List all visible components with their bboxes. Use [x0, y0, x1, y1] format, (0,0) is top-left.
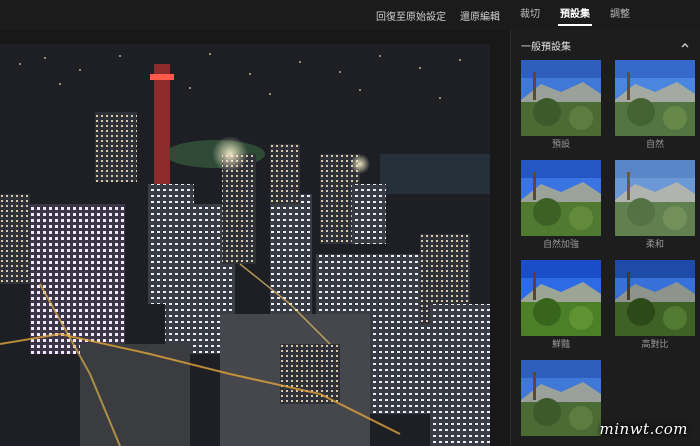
tab-presets[interactable]: 預設集 — [550, 0, 600, 30]
preset-label — [521, 436, 601, 446]
preset-thumbnail — [615, 260, 695, 336]
night-city-photo — [0, 44, 490, 446]
revert-button[interactable]: 回復至原始設定 — [376, 8, 446, 23]
tab-adjust[interactable]: 調整 — [600, 0, 640, 30]
preset-label: 鮮豔 — [551, 340, 570, 350]
preset-label: 高對比 — [641, 340, 669, 350]
preset-label: 自然加強 — [542, 240, 579, 250]
preset-high-contrast[interactable]: 高對比 — [615, 260, 695, 356]
watermark: minwt.com — [599, 420, 688, 438]
editor-tabs: 裁切 預設集 調整 — [510, 0, 640, 30]
preset-label: 柔和 — [645, 240, 664, 250]
chevron-up-icon[interactable] — [680, 40, 690, 50]
top-toolbar: 回復至原始設定 還原編輯 裁切 預設集 調整 — [0, 0, 700, 30]
preset-extra[interactable] — [521, 360, 601, 446]
section-title: 一般預設集 — [521, 41, 571, 53]
preset-label: 自然 — [645, 140, 664, 150]
presets-panel: 一般預設集 預設 自然 自然加強 柔和 鮮豔 高對比 — [510, 30, 700, 446]
preset-soft[interactable]: 柔和 — [615, 160, 695, 256]
preset-default[interactable]: 預設 — [521, 60, 601, 156]
edit-actions: 回復至原始設定 還原編輯 — [376, 0, 500, 30]
preset-natural[interactable]: 自然 — [615, 60, 695, 156]
preset-thumbnail — [521, 360, 601, 436]
preset-grid: 預設 自然 自然加強 柔和 鮮豔 高對比 — [511, 60, 700, 446]
preset-thumbnail — [521, 160, 601, 236]
preset-vivid[interactable]: 鮮豔 — [521, 260, 601, 356]
tab-crop[interactable]: 裁切 — [510, 0, 550, 30]
image-canvas — [0, 30, 510, 446]
city-scene-image — [0, 44, 490, 446]
preset-thumbnail — [615, 60, 695, 136]
preset-natural-enhanced[interactable]: 自然加強 — [521, 160, 601, 256]
undo-button[interactable]: 還原編輯 — [460, 8, 500, 23]
preset-thumbnail — [615, 160, 695, 236]
section-header[interactable]: 一般預設集 — [511, 30, 700, 60]
preset-label: 預設 — [551, 140, 570, 150]
preset-thumbnail — [521, 260, 601, 336]
preset-thumbnail — [521, 60, 601, 136]
